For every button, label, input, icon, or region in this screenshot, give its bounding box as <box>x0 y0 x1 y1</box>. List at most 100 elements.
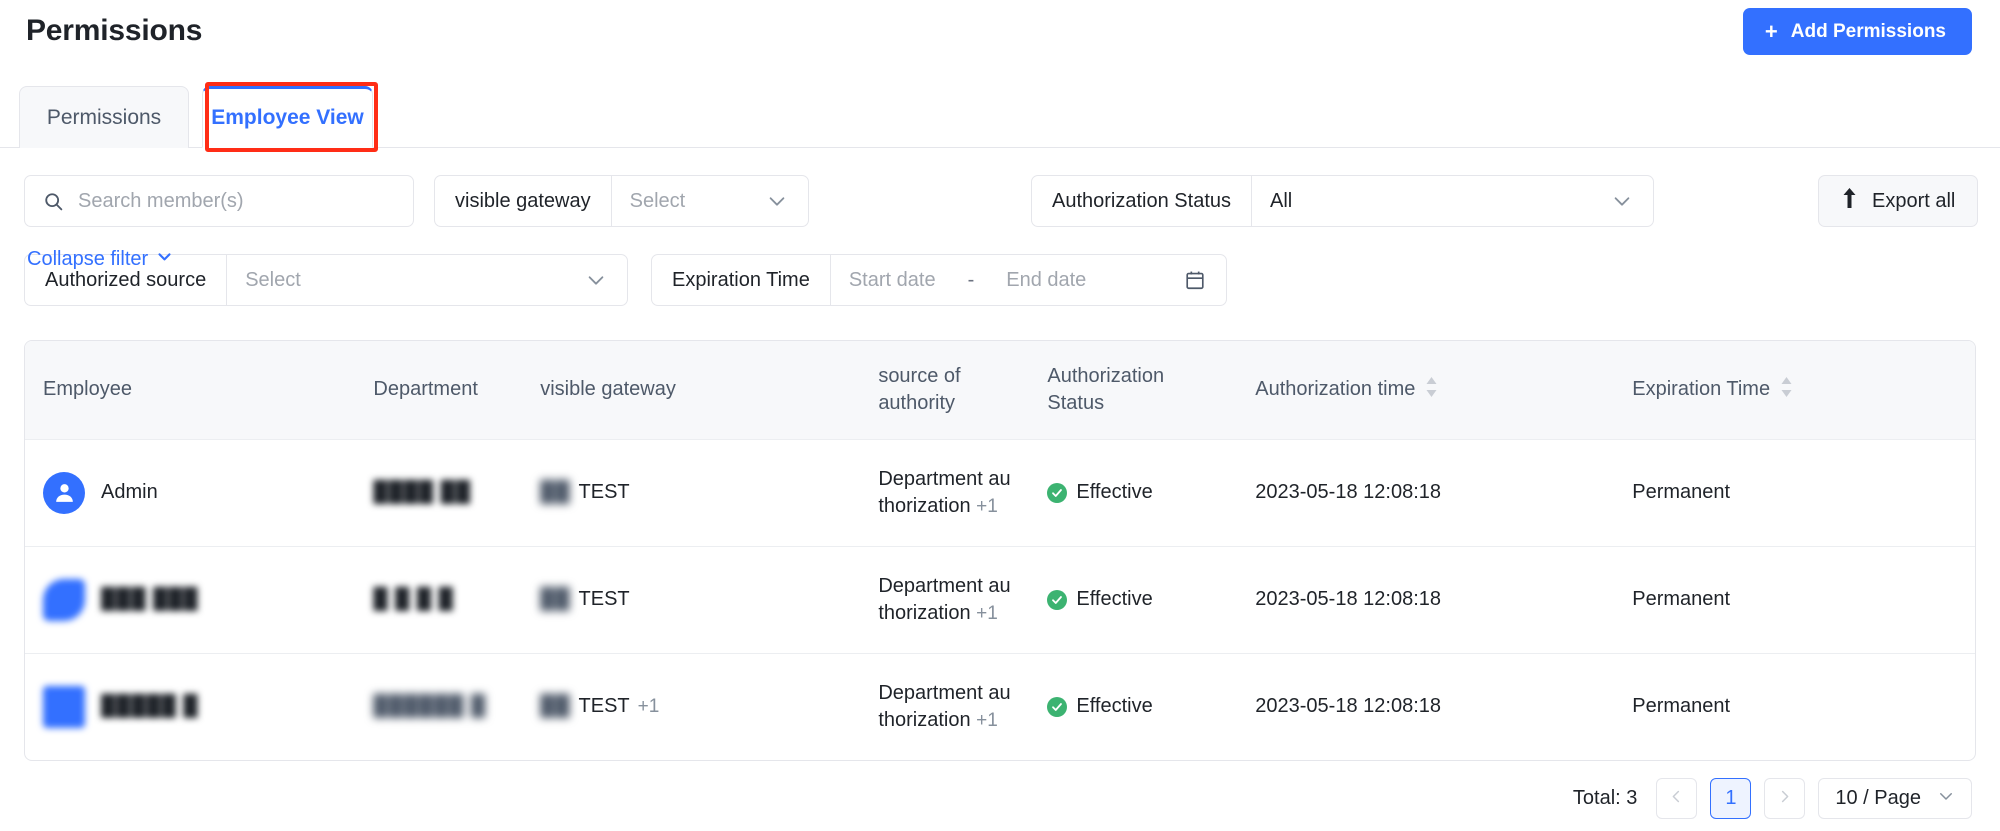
export-all-button[interactable]: Export all <box>1818 175 1979 227</box>
cell-source-of-authority: Department au thorization +1 <box>878 546 1047 653</box>
column-header-expiration-time-label: Expiration Time <box>1632 378 1771 401</box>
department-value: ████ ██ <box>373 481 471 503</box>
gateway-value: TEST <box>578 588 630 610</box>
table-header-row: Employee Department visible gateway sour… <box>25 341 1975 439</box>
authorization-status-filter[interactable]: Authorization Status All <box>1031 175 1654 227</box>
source-extra-count: +1 <box>976 709 998 731</box>
source-line2: thorization <box>878 601 971 624</box>
status-badge: Effective <box>1076 588 1153 610</box>
sort-arrows-icon[interactable] <box>1425 376 1438 404</box>
department-value: █ █ █ █ <box>373 588 454 610</box>
expiration-time-filter-label: Expiration Time <box>652 255 831 305</box>
cell-employee: Admin <box>25 439 373 546</box>
filter-row-primary: Search member(s) visible gateway Select … <box>0 175 2000 237</box>
column-header-source-line1: source of <box>878 364 961 387</box>
source-line1: Department au <box>878 467 1011 490</box>
column-header-source-of-authority: source of authority <box>878 341 1047 439</box>
chevron-down-icon <box>766 176 808 226</box>
cell-department: ████ ██ <box>373 439 540 546</box>
gateway-extra-count: +1 <box>637 695 660 717</box>
end-date-input[interactable]: End date <box>1006 269 1086 292</box>
page-size-selector[interactable]: 10 / Page <box>1818 778 1972 819</box>
next-page-button[interactable] <box>1764 778 1806 819</box>
status-badge: Effective <box>1076 481 1153 503</box>
user-avatar-icon <box>43 471 85 514</box>
visible-gateway-filter-label: visible gateway <box>435 176 612 226</box>
cell-authorization-time: 2023-05-18 12:08:18 <box>1255 588 1441 610</box>
sort-arrows-icon[interactable] <box>1780 376 1793 404</box>
chevron-right-icon <box>1777 789 1792 809</box>
column-header-visible-gateway: visible gateway <box>540 341 878 439</box>
export-all-label: Export all <box>1872 189 1956 212</box>
source-line1: Department au <box>878 574 1011 597</box>
date-range-separator: - <box>967 268 975 291</box>
employee-name: Admin <box>101 481 158 503</box>
permissions-page: Permissions + Add Permissions Permission… <box>0 0 2000 831</box>
table-row[interactable]: ███ ███ █ █ █ █ ██ TEST Department au th… <box>25 546 1975 653</box>
cell-employee: ███ ███ <box>25 546 373 653</box>
table-row[interactable]: █████ █ ██████ █ ██ TEST +1 Department a… <box>25 653 1975 760</box>
search-member-input[interactable]: Search member(s) <box>24 175 414 227</box>
chevron-down-icon <box>1611 176 1653 226</box>
previous-page-button[interactable] <box>1656 778 1698 819</box>
chevron-down-icon <box>585 255 627 305</box>
table-row[interactable]: Admin ████ ██ ██ TEST Department au thor… <box>25 439 1975 546</box>
search-placeholder: Search member(s) <box>78 189 244 212</box>
department-value: ██████ █ <box>373 695 487 718</box>
column-header-visible-gateway-label: visible gateway <box>540 378 676 401</box>
add-permissions-button[interactable]: + Add Permissions <box>1742 8 1972 55</box>
cell-department: ██████ █ <box>373 653 540 760</box>
authorized-source-filter-value: Select <box>245 268 301 291</box>
plus-icon: + <box>1764 18 1778 44</box>
column-header-authorization-status: Authorization Status <box>1047 341 1255 439</box>
chevron-down-icon <box>1937 787 1955 811</box>
cell-authorization-time: 2023-05-18 12:08:18 <box>1255 695 1441 718</box>
source-extra-count: +1 <box>976 602 998 624</box>
start-date-input[interactable]: Start date <box>849 269 936 292</box>
total-count-label: Total: 3 <box>1572 787 1638 809</box>
search-icon <box>43 191 64 212</box>
add-permissions-label: Add Permissions <box>1790 20 1946 42</box>
employee-name: █████ █ <box>101 695 199 718</box>
cell-visible-gateway: ██ TEST <box>540 439 878 546</box>
visible-gateway-filter[interactable]: visible gateway Select <box>434 175 809 227</box>
column-header-department-label: Department <box>373 378 478 401</box>
source-line2: thorization <box>878 494 971 517</box>
source-line1: Department au <box>878 681 1011 704</box>
collapse-filter-toggle[interactable]: Collapse filter <box>27 248 173 271</box>
expiration-time-filter[interactable]: Expiration Time Start date - End date <box>651 254 1227 306</box>
authorization-status-filter-value: All <box>1270 189 1293 212</box>
source-extra-count: +1 <box>976 495 998 517</box>
page-size-label: 10 / Page <box>1835 787 1921 809</box>
cell-source-of-authority: Department au thorization +1 <box>878 653 1047 760</box>
tab-permissions-label: Permissions <box>46 105 162 129</box>
cell-visible-gateway: ██ TEST <box>540 546 878 653</box>
column-header-expiration-time[interactable]: Expiration Time <box>1632 341 1975 439</box>
chevron-down-icon <box>156 248 173 271</box>
status-check-icon <box>1047 589 1068 610</box>
page-number-1[interactable]: 1 <box>1710 778 1752 819</box>
column-header-status-line2: Status <box>1047 391 1105 414</box>
column-header-authorization-time[interactable]: Authorization time <box>1255 341 1632 439</box>
status-check-icon <box>1047 696 1068 717</box>
tab-employee-view[interactable]: Employee View <box>202 86 373 148</box>
tab-employee-view-label: Employee View <box>211 106 364 129</box>
collapse-filter-label: Collapse filter <box>27 248 149 270</box>
cell-source-of-authority: Department au thorization +1 <box>878 439 1047 546</box>
tab-permissions[interactable]: Permissions <box>19 86 189 148</box>
employee-name: ███ ███ <box>101 588 199 610</box>
upload-arrow-icon <box>1841 188 1858 214</box>
column-header-authorization-time-label: Authorization time <box>1255 378 1416 401</box>
authorization-status-filter-label: Authorization Status <box>1032 176 1252 226</box>
user-avatar-icon <box>43 685 85 728</box>
cell-visible-gateway: ██ TEST +1 <box>540 653 878 760</box>
column-header-source-line2: authority <box>878 391 956 414</box>
gateway-prefix: ██ <box>540 588 571 610</box>
cell-authorization-status: Effective <box>1047 439 1255 546</box>
column-header-department: Department <box>373 341 540 439</box>
cell-authorization-time: 2023-05-18 12:08:18 <box>1255 481 1441 503</box>
cell-authorization-status: Effective <box>1047 546 1255 653</box>
filter-row-secondary: Authorized source Select Expiration Time… <box>0 254 2000 316</box>
page-number-label: 1 <box>1725 787 1737 809</box>
cell-expiration-time: Permanent <box>1632 695 1731 718</box>
